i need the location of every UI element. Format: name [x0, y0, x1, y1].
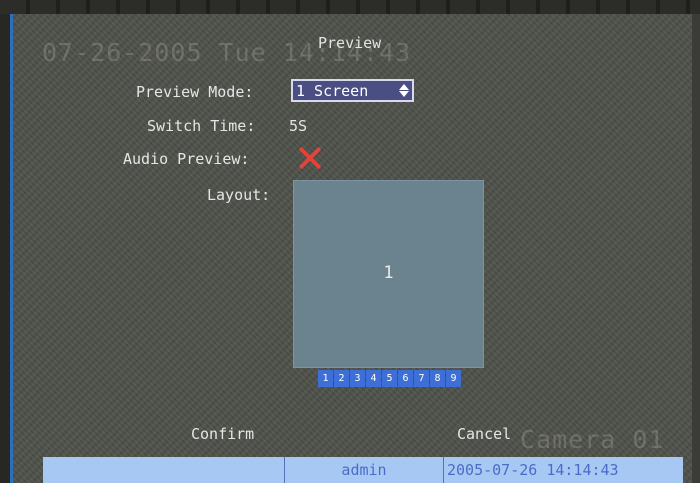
audio-preview-label: Audio Preview: [123, 150, 250, 168]
channel-button[interactable]: 8 [430, 370, 445, 387]
dvr-screen: 07-26-2005 Tue 14:14:43 Camera 01 Previe… [0, 0, 700, 483]
confirm-button[interactable]: Confirm [191, 425, 254, 443]
channel-button[interactable]: 2 [334, 370, 349, 387]
status-datetime: 2005-07-26 14:14:43 [447, 461, 619, 479]
top-border [0, 0, 700, 14]
channel-button[interactable]: 9 [446, 370, 461, 387]
cancel-button[interactable]: Cancel [457, 425, 511, 443]
channel-button[interactable]: 6 [398, 370, 413, 387]
osd-camera-watermark: Camera 01 [520, 425, 665, 454]
channel-button[interactable]: 1 [318, 370, 333, 387]
status-user: admin [285, 457, 444, 483]
switch-time-label: Switch Time: [147, 117, 256, 135]
x-mark-icon[interactable] [297, 146, 323, 170]
layout-preview-window[interactable]: 1 [293, 180, 484, 368]
preview-mode-value: 1 Screen [296, 81, 369, 100]
preview-mode-select[interactable]: 1 Screen [291, 79, 414, 102]
switch-time-value[interactable]: 5S [289, 117, 307, 135]
channel-button[interactable]: 4 [366, 370, 381, 387]
layout-label: Layout: [207, 186, 271, 204]
right-border [692, 14, 700, 483]
dialog-title: Preview [318, 34, 382, 52]
left-border [0, 14, 10, 483]
status-blank-cell [43, 457, 285, 483]
layout-window-number: 1 [383, 263, 394, 283]
preview-mode-label: Preview Mode: [136, 83, 254, 101]
up-down-arrows-icon[interactable] [399, 84, 409, 97]
channel-button[interactable]: 5 [382, 370, 397, 387]
channel-button[interactable]: 7 [414, 370, 429, 387]
left-accent-line [10, 14, 13, 483]
status-bar: admin 2005-07-26 14:14:43 [43, 457, 683, 483]
channel-button[interactable]: 3 [350, 370, 365, 387]
channel-selector: 1 2 3 4 5 6 7 8 9 [318, 370, 462, 387]
